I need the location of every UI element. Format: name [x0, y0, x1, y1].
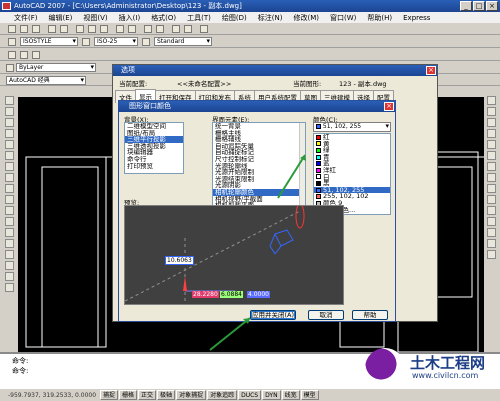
osnap-toggle[interactable]: 对象捕捉 [176, 390, 207, 400]
coordinate-readout: -959.7937, 319.2533, 0.0000 [8, 391, 97, 399]
annotation-arrows [209, 154, 306, 351]
model-toggle[interactable]: 模型 [300, 390, 319, 400]
lineweight-toggle[interactable]: 线宽 [281, 390, 300, 400]
snap-toggle[interactable]: 捕捉 [100, 390, 119, 400]
ducs-toggle[interactable]: DUCS [238, 390, 262, 400]
watermark-url: www.civilcn.com [412, 371, 479, 380]
ortho-toggle[interactable]: 正交 [138, 390, 157, 400]
grid-toggle[interactable]: 栅格 [119, 390, 138, 400]
arrow-to-apply-button [209, 317, 251, 351]
otrack-toggle[interactable]: 对象追踪 [207, 390, 238, 400]
arrow-to-color-list [277, 154, 306, 199]
polar-toggle[interactable]: 极轴 [157, 390, 176, 400]
status-bar: -959.7937, 319.2533, 0.0000 捕捉 栅格 正交 极轴 … [0, 388, 500, 401]
watermark-logo-icon [365, 348, 405, 388]
dyn-toggle[interactable]: DYN [262, 390, 281, 400]
watermark-title: 土木工程网 [410, 354, 486, 372]
